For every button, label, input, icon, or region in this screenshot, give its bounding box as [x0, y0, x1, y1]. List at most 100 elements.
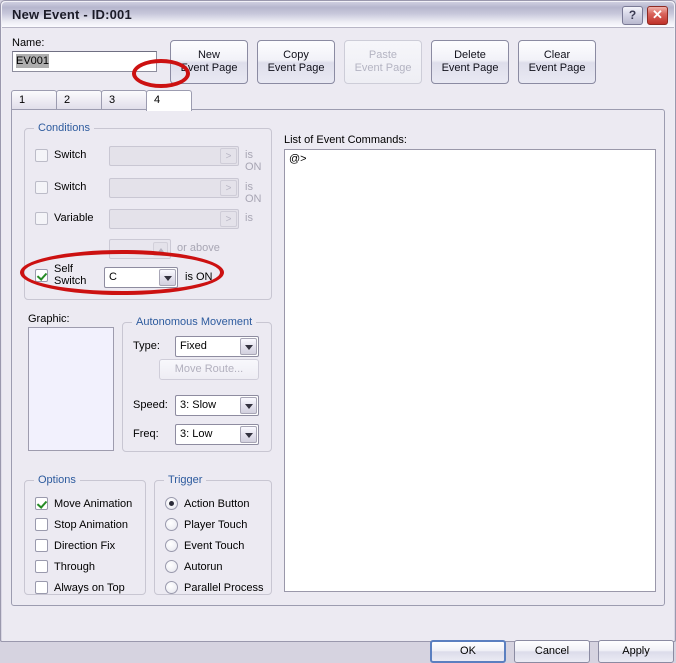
- close-icon: ✕: [652, 7, 663, 22]
- trigger-autorun-radio[interactable]: [165, 560, 178, 573]
- condition-switch-1-checkbox[interactable]: [35, 149, 48, 162]
- condition-self-switch-checkbox[interactable]: [35, 269, 48, 282]
- tab-page-4[interactable]: 4: [146, 90, 192, 111]
- command-list[interactable]: @>: [284, 149, 656, 592]
- condition-switch-2-field: >: [109, 178, 239, 198]
- option-direction-fix-checkbox[interactable]: [35, 539, 48, 552]
- movement-freq-combo[interactable]: 3: Low: [175, 424, 259, 445]
- ok-button[interactable]: OK: [430, 640, 506, 663]
- clear-event-page-line1: Clear: [543, 49, 571, 61]
- autonomous-movement-group: Autonomous Movement Type: Fixed Speed: 3…: [122, 316, 272, 452]
- client-area: Name: EV001 New Event Page Copy Event Pa…: [2, 28, 674, 663]
- chevron-down-icon[interactable]: [240, 397, 257, 414]
- question-mark-icon: ?: [628, 8, 637, 22]
- new-event-page-button[interactable]: New Event Page: [170, 40, 248, 84]
- condition-switch-2-label: Switch: [54, 181, 87, 193]
- condition-switch-1-field: >: [109, 146, 239, 166]
- option-always-on-top-checkbox[interactable]: [35, 581, 48, 594]
- trigger-autorun-label: Autorun: [184, 561, 223, 573]
- condition-variable-suffix: is: [245, 212, 253, 224]
- condition-self-switch-suffix: is ON: [185, 271, 213, 283]
- condition-variable-browse-icon: >: [220, 211, 237, 227]
- delete-event-page-button[interactable]: Delete Event Page: [431, 40, 509, 84]
- new-event-page-line1: New: [197, 49, 220, 61]
- trigger-event-touch-label: Event Touch: [184, 540, 245, 552]
- close-button[interactable]: ✕: [647, 6, 668, 25]
- clear-event-page-button[interactable]: Clear Event Page: [518, 40, 596, 84]
- trigger-action-button-label: Action Button: [184, 498, 250, 510]
- movement-speed-combo[interactable]: 3: Slow: [175, 395, 259, 416]
- clear-event-page-line2: Event Page: [528, 62, 586, 74]
- delete-event-page-line2: Event Page: [441, 62, 499, 74]
- movement-speed-label: Speed:: [133, 399, 168, 411]
- new-event-page-line2: Event Page: [180, 62, 238, 74]
- condition-switch-1-label: Switch: [54, 149, 87, 161]
- trigger-legend: Trigger: [164, 474, 207, 486]
- command-list-item[interactable]: @>: [289, 153, 651, 165]
- condition-variable-checkbox[interactable]: [35, 212, 48, 225]
- event-page-tabs: 1 2 3 4: [11, 90, 671, 111]
- option-stop-animation-checkbox[interactable]: [35, 518, 48, 531]
- name-input-value: EV001: [16, 54, 50, 68]
- options-group: Options Move Animation Stop Animation Di…: [24, 474, 146, 595]
- event-editor-window: New Event - ID:001 ? ✕ Name: EV001 New E…: [0, 0, 676, 663]
- trigger-group: Trigger Action Button Player Touch Event…: [154, 474, 272, 595]
- movement-type-combo[interactable]: Fixed: [175, 336, 259, 357]
- cancel-button[interactable]: Cancel: [514, 640, 590, 663]
- trigger-event-touch-radio[interactable]: [165, 539, 178, 552]
- movement-freq-label: Freq:: [133, 428, 159, 440]
- option-stop-animation-label: Stop Animation: [54, 519, 128, 531]
- condition-switch-1-browse-icon: >: [220, 148, 237, 164]
- condition-switch-1-suffix: is ON: [245, 149, 262, 173]
- movement-type-label: Type:: [133, 340, 160, 352]
- movement-type-value: Fixed: [180, 340, 207, 352]
- delete-event-page-line1: Delete: [454, 49, 486, 61]
- move-route-button: Move Route...: [159, 359, 259, 380]
- condition-variable-label: Variable: [54, 212, 94, 224]
- movement-speed-value: 3: Slow: [180, 399, 217, 411]
- condition-variable-field: >: [109, 209, 239, 229]
- copy-event-page-line2: Event Page: [267, 62, 325, 74]
- chevron-down-icon[interactable]: [240, 338, 257, 355]
- option-move-animation-checkbox[interactable]: [35, 497, 48, 510]
- movement-freq-value: 3: Low: [180, 428, 213, 440]
- condition-self-switch-value: C: [109, 271, 117, 283]
- help-button[interactable]: ?: [622, 6, 643, 25]
- option-direction-fix-label: Direction Fix: [54, 540, 116, 552]
- option-through-checkbox[interactable]: [35, 560, 48, 573]
- chevron-down-icon[interactable]: [240, 426, 257, 443]
- command-list-label: List of Event Commands:: [284, 134, 407, 146]
- trigger-player-touch-radio[interactable]: [165, 518, 178, 531]
- graphic-label: Graphic:: [28, 313, 70, 325]
- copy-event-page-button[interactable]: Copy Event Page: [257, 40, 335, 84]
- conditions-legend: Conditions: [34, 122, 94, 134]
- apply-button[interactable]: Apply: [598, 640, 674, 663]
- copy-event-page-line1: Copy: [283, 49, 309, 61]
- name-label: Name:: [12, 37, 45, 49]
- option-move-animation-label: Move Animation: [54, 498, 133, 510]
- event-page-panel: Conditions Switch > is ON Switch > is ON…: [11, 109, 665, 606]
- self-switch-label-line1: Self: [54, 263, 73, 275]
- title-bar: New Event - ID:001 ? ✕: [2, 2, 674, 28]
- tab-page-1[interactable]: 1: [11, 90, 57, 110]
- condition-switch-2-checkbox[interactable]: [35, 181, 48, 194]
- tab-page-2[interactable]: 2: [56, 90, 102, 110]
- condition-self-switch-combo[interactable]: C: [104, 267, 178, 288]
- autonomous-movement-legend: Autonomous Movement: [132, 316, 257, 328]
- name-input[interactable]: EV001: [12, 51, 157, 72]
- option-through-label: Through: [54, 561, 95, 573]
- trigger-parallel-process-label: Parallel Process: [184, 582, 264, 594]
- trigger-parallel-process-radio[interactable]: [165, 581, 178, 594]
- condition-self-switch-label: Self Switch: [54, 263, 86, 287]
- self-switch-label-line2: Switch: [54, 275, 87, 287]
- paste-event-page-line2: Event Page: [354, 62, 412, 74]
- options-legend: Options: [34, 474, 80, 486]
- tab-page-3[interactable]: 3: [101, 90, 147, 110]
- paste-event-page-button: Paste Event Page: [344, 40, 422, 84]
- condition-variable-value-spinner: [109, 239, 171, 259]
- graphic-preview[interactable]: [28, 327, 114, 451]
- chevron-down-icon[interactable]: [159, 269, 176, 286]
- condition-switch-2-browse-icon: >: [220, 180, 237, 196]
- trigger-action-button-radio[interactable]: [165, 497, 178, 510]
- paste-event-page-line1: Paste: [368, 49, 398, 61]
